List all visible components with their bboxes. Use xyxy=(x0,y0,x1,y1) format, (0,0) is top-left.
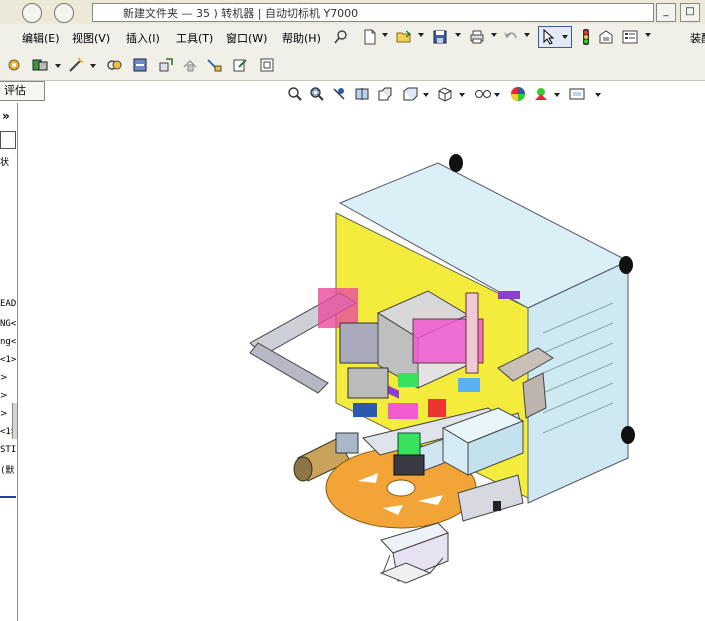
mate-icon[interactable] xyxy=(32,57,48,73)
chevron-down-icon[interactable] xyxy=(494,93,500,97)
minimize-button[interactable]: _ xyxy=(656,3,676,22)
menu-edit[interactable]: 编辑(E) xyxy=(22,30,60,46)
caster xyxy=(619,256,633,274)
menu-view[interactable]: 视图(V) xyxy=(72,30,110,46)
tree-fragment: ng< xyxy=(0,337,17,347)
panel-filter-box[interactable] xyxy=(0,131,16,149)
display-style-icon[interactable] xyxy=(437,86,453,102)
chevron-down-icon[interactable] xyxy=(423,93,429,97)
menu-bar: 编辑(E) 视图(V) 插入(I) 工具(T) 窗口(W) 帮助(H) 装配 xyxy=(0,24,705,51)
app-logo-icon-2[interactable] xyxy=(54,3,74,23)
cursor-arrow-icon xyxy=(543,29,555,45)
chevron-down-icon[interactable] xyxy=(491,33,497,37)
graphics-viewport[interactable] xyxy=(18,103,705,621)
assembly-toolbar xyxy=(0,50,705,81)
turntable-hub xyxy=(386,479,416,497)
section-view-icon[interactable] xyxy=(354,86,370,102)
tree-fragment: NG< xyxy=(0,319,17,329)
app-logo-icon[interactable] xyxy=(22,3,42,23)
traffic-light-icon[interactable] xyxy=(578,29,594,45)
zoom-to-fit-icon[interactable] xyxy=(287,86,303,102)
smart-fastener-icon[interactable] xyxy=(68,57,84,73)
pink-part xyxy=(388,403,418,419)
cabinet-label xyxy=(498,291,520,299)
window-title: 新建文件夹 — 35 ) 转机器 | 自动切标机 Y7000 xyxy=(123,7,359,20)
chevron-down-icon[interactable] xyxy=(418,33,424,37)
select-tool-button[interactable] xyxy=(538,26,572,48)
tree-fragment: <1> xyxy=(0,355,17,365)
view-settings-icon[interactable] xyxy=(569,86,587,102)
chevron-down-icon[interactable] xyxy=(455,33,461,37)
lower-housing xyxy=(347,367,389,399)
move-component-icon[interactable] xyxy=(106,57,122,73)
vertical-slide xyxy=(465,292,479,374)
view-orientation-icon[interactable] xyxy=(402,86,418,102)
previous-view-icon[interactable] xyxy=(331,86,347,102)
cylinder-end xyxy=(293,456,313,482)
interference-detection-icon[interactable] xyxy=(158,57,174,73)
panel-expand-button[interactable]: » xyxy=(2,109,10,123)
undo-icon[interactable] xyxy=(503,29,519,45)
tree-expand-icon[interactable]: > xyxy=(0,391,8,401)
window-title-field: 新建文件夹 — 35 ) 转机器 | 自动切标机 Y7000 xyxy=(92,3,654,22)
file-properties-icon[interactable] xyxy=(598,29,614,45)
explode-line-icon[interactable] xyxy=(206,57,222,73)
hide-show-items-icon[interactable] xyxy=(474,87,492,101)
chevron-down-icon[interactable] xyxy=(645,33,651,37)
chevron-down-icon xyxy=(562,35,568,39)
edit-appearance-icon[interactable] xyxy=(510,86,526,102)
exploded-view-icon[interactable] xyxy=(182,57,198,73)
dynamic-annotation-icon[interactable] xyxy=(377,86,393,102)
connector xyxy=(493,501,501,511)
head-base xyxy=(393,454,425,476)
motor-flange xyxy=(335,432,359,454)
green-head xyxy=(397,432,421,456)
save-icon[interactable] xyxy=(432,29,448,45)
pink-bracket xyxy=(318,288,358,328)
menu-tools[interactable]: 工具(T) xyxy=(176,30,213,46)
caster xyxy=(621,426,635,444)
dark-blue-part xyxy=(353,403,377,417)
print-icon[interactable] xyxy=(469,29,485,45)
feature-tree-panel: » 状 EAD NG< ng< <1> > > > <1> STI (默 xyxy=(0,103,18,621)
tab-row: 评估 xyxy=(0,81,705,103)
tree-fragment: STI xyxy=(0,445,17,455)
open-folder-icon[interactable] xyxy=(396,29,412,45)
rotate-component-icon[interactable] xyxy=(132,57,148,73)
tree-fragment: 状 xyxy=(0,158,10,168)
chevron-down-icon[interactable] xyxy=(595,93,601,97)
title-bar: 新建文件夹 — 35 ) 转机器 | 自动切标机 Y7000 _ □ xyxy=(0,0,705,25)
red-part xyxy=(428,399,446,417)
tab-evaluate[interactable]: 评估 xyxy=(0,81,45,101)
chevron-down-icon[interactable] xyxy=(382,33,388,37)
tree-fragment: EAD xyxy=(0,299,17,309)
chevron-down-icon[interactable] xyxy=(524,33,530,37)
maximize-button[interactable]: □ xyxy=(680,3,700,22)
pin-icon[interactable] xyxy=(333,29,349,45)
feeder-rail xyxy=(249,342,329,394)
tree-fragment: (默 xyxy=(0,466,15,476)
tree-expand-icon[interactable]: > xyxy=(0,409,8,419)
menu-insert[interactable]: 插入(I) xyxy=(126,30,160,46)
new-document-icon[interactable] xyxy=(362,29,378,45)
green-part xyxy=(398,373,418,387)
zoom-area-icon[interactable] xyxy=(309,86,325,102)
assembly-sheet-icon[interactable] xyxy=(259,57,275,73)
insert-components-icon[interactable] xyxy=(6,57,22,73)
menu-help[interactable]: 帮助(H) xyxy=(282,30,321,46)
chevron-down-icon[interactable] xyxy=(55,64,61,68)
caster xyxy=(449,154,463,172)
assembly-label: 装配 xyxy=(690,32,705,45)
edit-component-icon[interactable] xyxy=(232,57,248,73)
apply-scene-icon[interactable] xyxy=(533,86,549,102)
assembly-model xyxy=(249,154,635,584)
options-list-icon[interactable] xyxy=(622,29,638,45)
panel-divider xyxy=(0,496,16,498)
menu-window[interactable]: 窗口(W) xyxy=(226,30,267,46)
tree-expand-icon[interactable]: > xyxy=(0,373,8,383)
chevron-down-icon[interactable] xyxy=(90,64,96,68)
blue-part xyxy=(458,378,480,392)
chevron-down-icon[interactable] xyxy=(459,93,465,97)
chevron-down-icon[interactable] xyxy=(554,93,560,97)
